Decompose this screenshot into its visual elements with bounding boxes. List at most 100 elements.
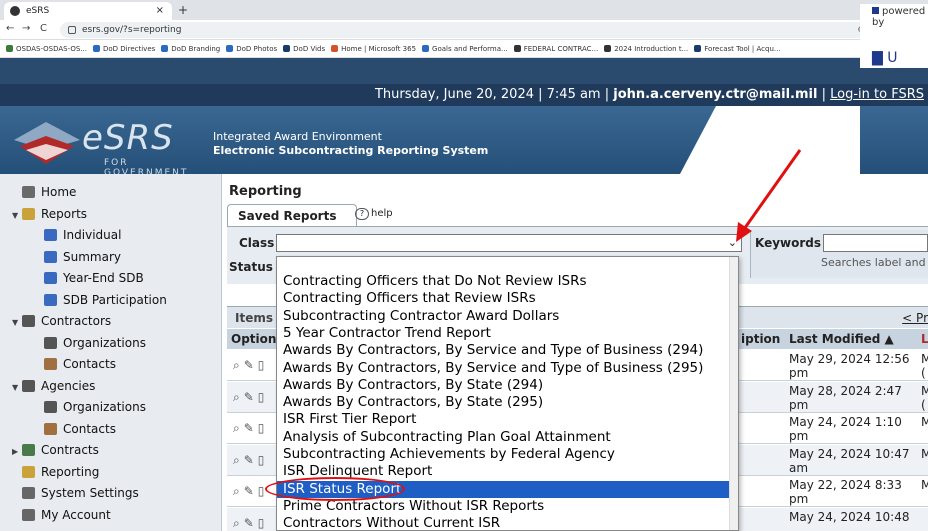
dropdown-option[interactable]: Subcontracting Contractor Award Dollars [277,308,729,325]
sidebar-item-organizations[interactable]: Organizations [44,397,146,417]
status-label: Status [229,260,273,274]
row-action-icons[interactable]: ⌕✎▯ [233,421,268,436]
sidebar-item-agencies[interactable]: ▼ Agencies [12,376,95,396]
bookmark-icon [422,45,430,52]
expand-toggle-icon[interactable]: ▼ [12,378,22,398]
sidebar-icon [22,508,35,521]
dropdown-option[interactable]: Contracting Officers that Review ISRs [277,290,729,307]
esrs-logo[interactable]: eSRS FOR GOVERNMENT [12,114,212,178]
dropdown-option[interactable]: Awards By Contractors, By Service and Ty… [277,342,729,359]
powered-square-icon [872,7,879,14]
bookmark-label: Goals and Performa... [432,45,508,53]
row-action-icons[interactable]: ⌕✎▯ [233,516,268,531]
sidebar-item-organizations[interactable]: Organizations [44,333,146,353]
sidebar-item-label: Contacts [63,421,116,436]
sidebar-item-home[interactable]: Home [12,182,76,202]
powered-text: powered by [872,6,926,28]
last-cell: M [921,415,928,429]
tab-title: eSRS [26,6,50,16]
sidebar-item-reporting[interactable]: Reporting [12,462,99,482]
sidebar-item-contracts[interactable]: ▶ Contracts [12,440,99,460]
bookmark-item[interactable]: OSDAS-OSDAS-OS... [6,40,87,57]
url-field[interactable]: esrs.gov/?s=reporting ⊕ ☆ [60,22,900,38]
expand-toggle-icon[interactable]: ▼ [12,313,22,333]
bookmark-item[interactable]: DoD Directives [92,40,155,57]
browser-tab[interactable]: eSRS × [4,2,172,20]
sidebar-icon [22,465,35,478]
back-icon[interactable]: ← [6,23,14,34]
dropdown-option[interactable]: Contractors Without Current ISR [277,515,729,531]
col-last-modified[interactable]: Last Modified ▲ [789,332,894,346]
keywords-input[interactable] [823,234,928,252]
sidebar-icon [44,229,57,241]
date-text: Thursday, June 20, 2024 | 7:45 am | [374,87,614,102]
dropdown-scrollbar[interactable] [729,257,738,530]
row-action-icons[interactable]: ⌕✎▯ [233,390,268,405]
sidebar-item-sdb-participation[interactable]: SDB Participation [44,290,167,310]
previous-page-link[interactable]: < Pr [902,311,928,325]
close-tab-icon[interactable]: × [156,2,164,20]
sidebar-item-summary[interactable]: Summary [44,247,121,267]
dropdown-option[interactable]: ISR First Tier Report [277,411,729,428]
last-cell: M [921,478,928,492]
sidebar-item-contacts[interactable]: Contacts [44,419,116,439]
sidebar-item-contractors[interactable]: ▼ Contractors [12,311,111,331]
reload-icon[interactable]: C [40,23,47,34]
sidebar-item-my-account[interactable]: My Account [12,505,111,525]
class-label: Class [239,236,275,250]
sidebar-icon [22,379,35,392]
last-modified-cell: May 29, 2024 12:56 pm [789,352,910,380]
sidebar-item-reports[interactable]: ▼ Reports [12,204,87,224]
user-strip: Thursday, June 20, 2024 | 7:45 am | john… [0,84,928,106]
sidebar-item-system-settings[interactable]: System Settings [12,483,139,503]
bookmark-item[interactable]: Forecast Tool | Acqu... [694,40,781,57]
bookmark-item[interactable]: DoD Branding [161,40,220,57]
bookmark-item[interactable]: Home | Microsoft 365 [331,40,416,57]
bookmarks-bar: OSDAS-OSDAS-OS... DoD Directives DoD Brand… [0,40,928,58]
bookmark-item[interactable]: Goals and Performa... [422,40,508,57]
bookmark-item[interactable]: DoD Photos [226,40,277,57]
sidebar-item-individual[interactable]: Individual [44,225,121,245]
site-info-icon[interactable] [68,26,76,34]
expand-toggle-icon[interactable]: ▶ [12,442,22,462]
dropdown-option[interactable]: Contracting Officers that Do Not Review … [277,273,729,290]
expand-toggle-icon[interactable]: ▼ [12,206,22,226]
login-fsrs-link[interactable]: Log-in to FSRS [830,87,924,102]
row-action-icons[interactable]: ⌕✎▯ [233,453,268,468]
bookmark-icon [694,45,702,52]
title-line-1: Integrated Award Environment [213,130,382,143]
sidebar-item-label: SDB Participation [63,292,167,307]
new-tab-button[interactable]: + [178,2,188,18]
sidebar-item-contacts[interactable]: Contacts [44,354,116,374]
user-email: john.a.cerveny.ctr@mail.mil [613,87,818,102]
logo-text: eSRS [82,118,174,158]
col-description[interactable]: iption [741,332,780,346]
bookmark-item[interactable]: 2024 Introduction t... [604,40,688,57]
col-last[interactable]: L [921,332,928,346]
last-modified-cell: May 22, 2024 8:33 pm [789,478,902,506]
dropdown-option[interactable]: Awards By Contractors, By Service and Ty… [277,360,729,377]
dropdown-option[interactable]: Awards By Contractors, By State (295) [277,394,729,411]
class-select[interactable]: ⌄ [276,234,742,252]
dropdown-option[interactable]: Awards By Contractors, By State (294) [277,377,729,394]
bookmark-item[interactable]: DoD Vids [283,40,325,57]
row-action-icons[interactable]: ⌕✎▯ [233,484,268,499]
sidebar-item-label: System Settings [41,486,139,500]
sidebar-icon [44,422,57,435]
title-line-2: Electronic Subcontracting Reporting Syst… [213,144,489,157]
separator: | [817,87,831,102]
sidebar-item-label: Agencies [41,378,96,393]
dropdown-option[interactable]: Subcontracting Achievements by Federal A… [277,446,729,463]
tab-saved-reports[interactable]: Saved Reports [227,204,358,226]
help-link[interactable]: ? help [355,208,393,220]
bookmark-icon [161,45,169,52]
forward-icon[interactable]: → [22,23,30,34]
address-bar: ← → C esrs.gov/?s=reporting ⊕ ☆ [0,20,928,40]
bookmark-item[interactable]: FEDERAL CONTRAC... [513,40,598,57]
row-action-icons[interactable]: ⌕✎▯ [233,358,268,373]
sidebar-item-year-end-sdb[interactable]: Year-End SDB [44,268,144,288]
dropdown-option[interactable]: 5 Year Contractor Trend Report [277,325,729,342]
eagle-emblem-icon [14,122,80,164]
bookmark-icon [92,45,100,52]
dropdown-option[interactable]: Analysis of Subcontracting Plan Goal Att… [277,429,729,446]
